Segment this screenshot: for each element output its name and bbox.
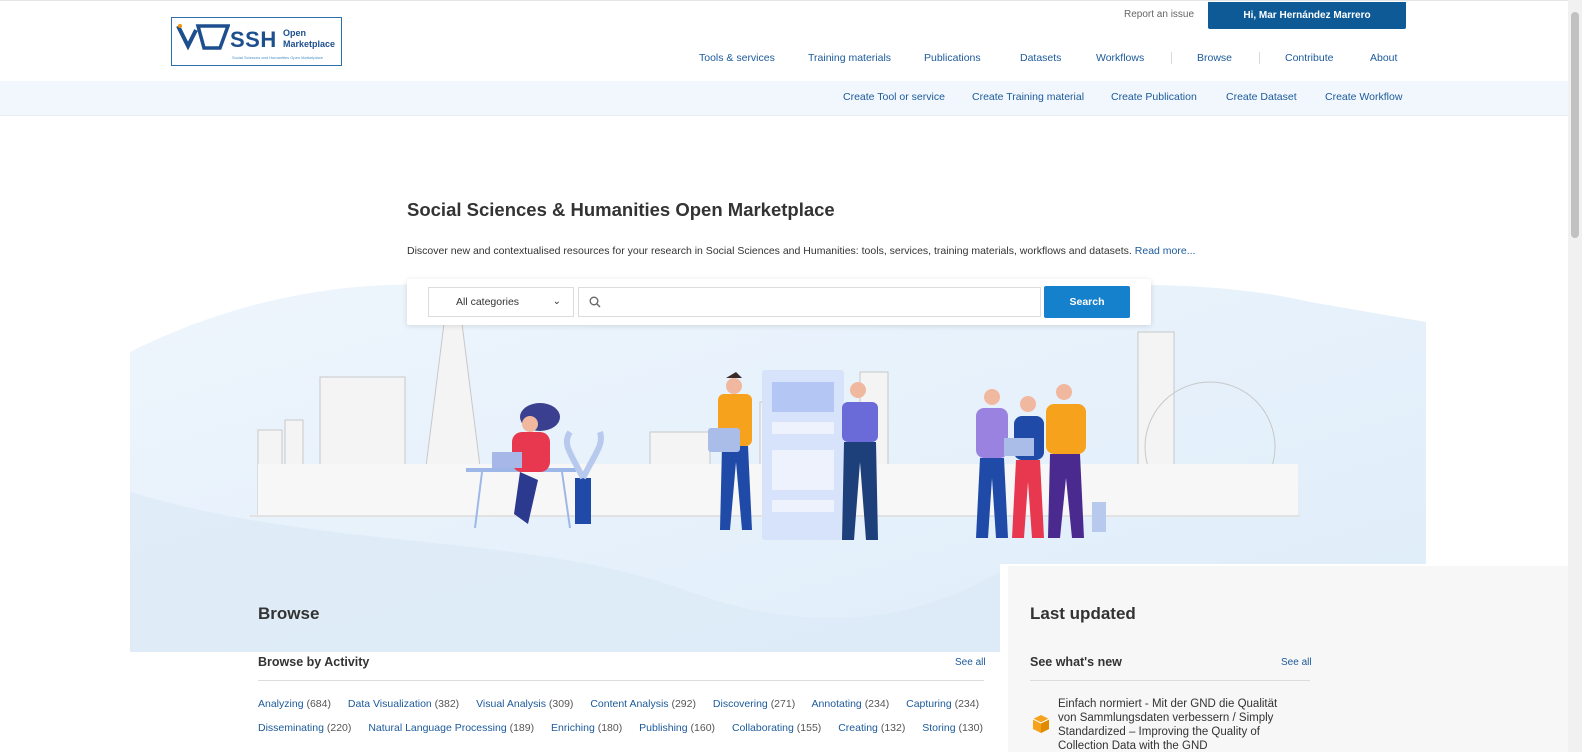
nav-contribute[interactable]: Contribute	[1285, 52, 1333, 64]
activity-link[interactable]: Collaborating (155)	[732, 722, 821, 734]
chevron-down-icon: ⌄	[552, 296, 561, 307]
nav-tools-services[interactable]: Tools & services	[699, 52, 775, 64]
create-dataset-link[interactable]: Create Dataset	[1226, 91, 1297, 103]
logo-mark-icon	[176, 24, 230, 51]
browse-heading: Browse	[258, 604, 320, 623]
nav-datasets[interactable]: Datasets	[1020, 52, 1061, 64]
activity-link[interactable]: Data Visualization (382)	[348, 698, 459, 710]
activity-link[interactable]: Creating (132)	[838, 722, 905, 734]
nav-divider	[1259, 52, 1260, 64]
activity-link[interactable]: Storing (130)	[922, 722, 983, 734]
whats-new-heading: See what's new	[1030, 655, 1122, 669]
report-issue-link[interactable]: Report an issue	[1124, 9, 1194, 20]
activity-row-2: Disseminating (220) Natural Language Pro…	[258, 722, 988, 734]
divider	[1030, 680, 1310, 681]
logo-text: SSH	[230, 27, 277, 52]
nav-about[interactable]: About	[1370, 52, 1397, 64]
top-header: SSH Open Marketplace Social Sciences and …	[0, 0, 1568, 82]
news-item-title[interactable]: Einfach normiert - Mit der GND die Quali…	[1058, 697, 1298, 753]
scrollbar-thumb[interactable]	[1571, 12, 1579, 238]
last-updated-heading: Last updated	[1030, 604, 1136, 623]
page-scrollbar[interactable]	[1568, 0, 1582, 752]
intro-text: Discover new and contextualised resource…	[407, 245, 1196, 257]
activity-link[interactable]: Visual Analysis (309)	[476, 698, 573, 710]
nav-training-materials[interactable]: Training materials	[808, 52, 891, 64]
activity-link[interactable]: Publishing (160)	[639, 722, 715, 734]
create-tool-link[interactable]: Create Tool or service	[843, 91, 945, 103]
divider	[258, 680, 984, 681]
activity-link[interactable]: Discovering (271)	[713, 698, 795, 710]
nav-browse[interactable]: Browse	[1197, 52, 1232, 64]
activity-link[interactable]: Enriching (180)	[551, 722, 622, 734]
logo-subtext: Open Marketplace	[283, 28, 336, 49]
nav-divider	[1171, 52, 1172, 64]
user-menu-button[interactable]: Hi, Mar Hernández Marrero	[1208, 2, 1406, 29]
activity-row-1: Analyzing (684) Data Visualization (382)…	[258, 698, 988, 710]
nav-publications[interactable]: Publications	[924, 52, 981, 64]
create-publication-link[interactable]: Create Publication	[1111, 91, 1197, 103]
category-select[interactable]: All categories ⌄	[428, 287, 574, 317]
browse-activity-heading: Browse by Activity	[258, 655, 370, 669]
activity-link[interactable]: Disseminating (220)	[258, 722, 351, 734]
page-title: Social Sciences & Humanities Open Market…	[407, 199, 835, 220]
activity-link[interactable]: Natural Language Processing (189)	[368, 722, 534, 734]
logo-tagline: Social Sciences and Humanities Open Mark…	[232, 55, 323, 60]
training-material-icon	[1032, 715, 1050, 733]
create-training-material-link[interactable]: Create Training material	[972, 91, 1084, 103]
category-select-value: All categories	[456, 296, 520, 308]
nav-workflows[interactable]: Workflows	[1096, 52, 1144, 64]
read-more-link[interactable]: Read more...	[1135, 245, 1196, 257]
activity-link[interactable]: Annotating (234)	[812, 698, 890, 710]
search-icon	[589, 296, 601, 308]
activity-link[interactable]: Capturing (234)	[906, 698, 979, 710]
activity-link[interactable]: Content Analysis (292)	[590, 698, 696, 710]
create-subnav: Create Tool or service Create Training m…	[0, 81, 1568, 116]
create-workflow-link[interactable]: Create Workflow	[1325, 91, 1402, 103]
search-bar: All categories ⌄ Search	[407, 279, 1151, 325]
whats-new-see-all-link[interactable]: See all	[1281, 657, 1312, 668]
browse-see-all-link[interactable]: See all	[955, 657, 986, 668]
activity-link[interactable]: Analyzing (684)	[258, 698, 331, 710]
search-input[interactable]	[578, 287, 1041, 317]
search-button[interactable]: Search	[1044, 286, 1130, 318]
ssh-logo[interactable]: SSH Open Marketplace Social Sciences and …	[171, 17, 342, 66]
